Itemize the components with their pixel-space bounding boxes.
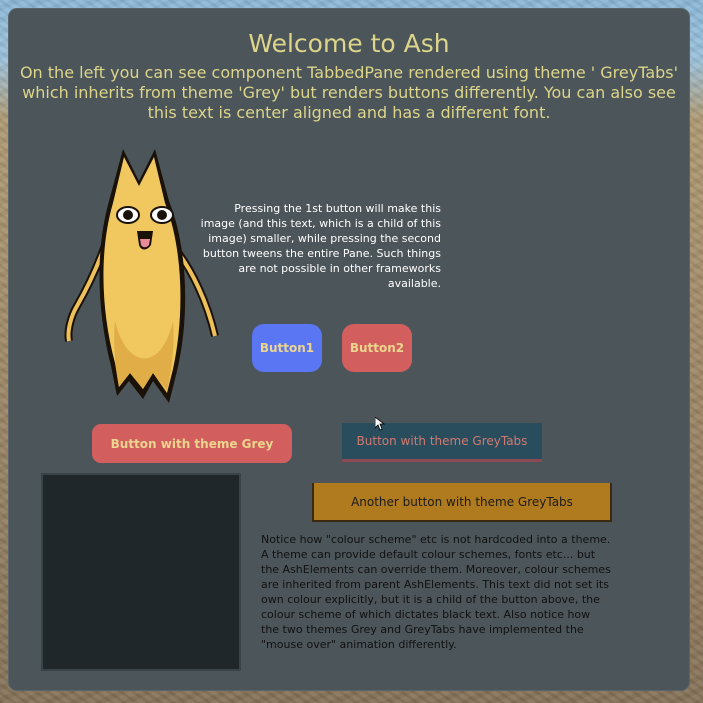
intro-text: On the left you can see component Tabbed… [19,63,679,122]
dark-panel [41,473,241,671]
tabbed-pane: Welcome to Ash On the left you can see c… [9,9,689,690]
another-button-theme-greytabs[interactable]: Another button with theme GreyTabs [312,483,612,522]
notice-text: Notice how "colour scheme" etc is not ha… [261,533,611,651]
button-theme-grey[interactable]: Button with theme Grey [92,424,292,463]
page-title: Welcome to Ash [248,29,450,58]
button2[interactable]: Button2 [342,324,412,372]
side-description-text: Pressing the 1st button will make this i… [200,202,441,290]
button1[interactable]: Button1 [252,324,322,372]
button-theme-greytabs[interactable]: Button with theme GreyTabs [342,423,542,462]
mouse-pointer-icon [375,417,385,431]
